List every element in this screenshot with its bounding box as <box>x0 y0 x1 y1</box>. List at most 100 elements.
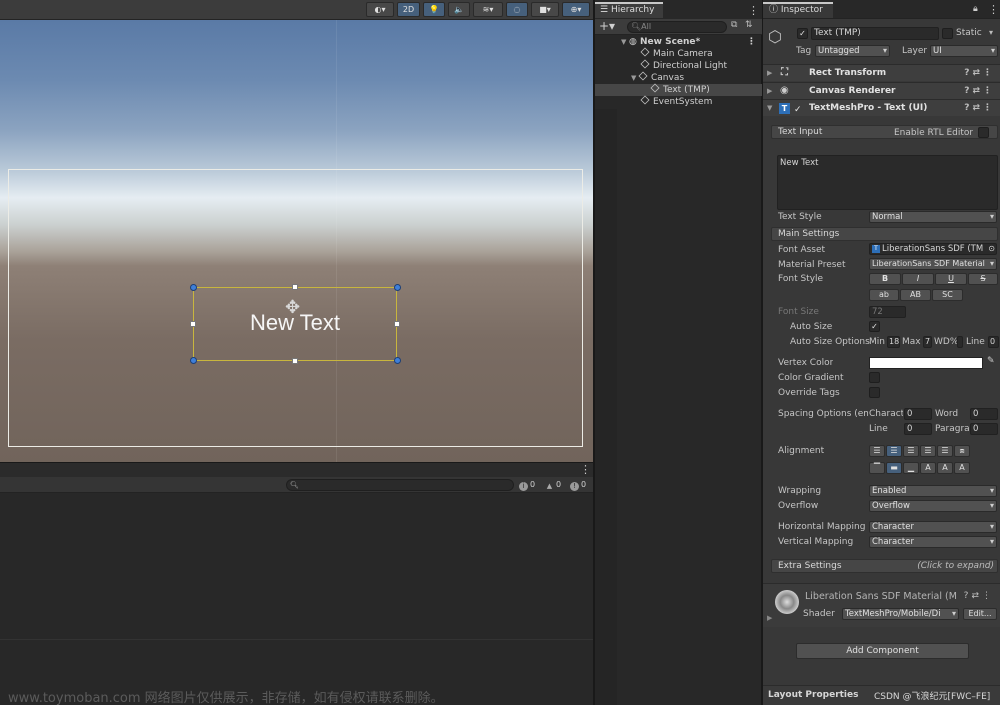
resize-handle-bottom[interactable] <box>292 358 298 364</box>
component-rect-transform[interactable]: ▶ ⛶ Rect Transform ?⇄⋮ <box>763 64 1000 81</box>
vertical-mapping-dropdown[interactable]: Character <box>869 536 997 548</box>
expand-arrow-icon[interactable]: ▼ <box>621 36 629 48</box>
align-midline-button[interactable]: A <box>937 462 953 474</box>
vertex-color-swatch[interactable] <box>869 357 983 369</box>
pivot-move-icon[interactable]: ✥ <box>285 297 300 318</box>
scene-viewport[interactable]: New Text ✥ <box>0 20 593 462</box>
horizontal-mapping-dropdown[interactable]: Character <box>869 521 997 533</box>
add-object-button[interactable]: +▾ <box>599 19 615 34</box>
overflow-dropdown[interactable]: Overflow <box>869 500 997 512</box>
hidden-objects-toggle[interactable]: ◌ <box>506 2 528 17</box>
underline-button[interactable]: U <box>935 273 967 285</box>
tab-inspector[interactable]: ⓘ Inspector <box>763 2 833 18</box>
collapse-arrow-icon[interactable]: ▶ <box>767 83 772 99</box>
component-canvas-renderer[interactable]: ▶ ◉ Canvas Renderer ?⇄⋮ <box>763 82 1000 99</box>
bold-button[interactable]: B <box>869 273 901 285</box>
scene-menu-icon[interactable]: ⋮ <box>747 36 756 48</box>
corner-handle-bottom-right[interactable] <box>394 357 401 364</box>
tab-hierarchy[interactable]: ☰ Hierarchy <box>595 2 663 18</box>
wrapping-dropdown[interactable]: Enabled <box>869 485 997 497</box>
material-actions-icons[interactable]: ?⇄⋮ <box>964 591 994 601</box>
character-spacing-field[interactable]: 0 <box>904 408 932 420</box>
resize-handle-left[interactable] <box>190 321 196 327</box>
hierarchy-item-main-camera[interactable]: Main Camera <box>595 47 762 60</box>
object-name-field[interactable]: Text (TMP) <box>811 27 939 40</box>
line-spacing-field[interactable]: 0 <box>904 423 932 435</box>
collapse-arrow-icon[interactable]: ▶ <box>767 614 772 622</box>
sort-icon[interactable]: ⇅ <box>745 20 753 30</box>
static-checkbox[interactable] <box>942 28 953 39</box>
rtl-editor-checkbox[interactable] <box>978 127 989 138</box>
font-asset-field[interactable]: T LiberationSans SDF (TM ⊙ <box>869 243 997 255</box>
paragraph-spacing-field[interactable]: 0 <box>970 423 998 435</box>
align-bottom-button[interactable]: ▁ <box>903 462 919 474</box>
lock-icon[interactable]: 🔒︎ <box>973 4 978 14</box>
console-info-count[interactable]: i0 <box>519 479 535 491</box>
text-style-dropdown[interactable]: Normal <box>869 211 997 223</box>
word-spacing-field[interactable]: 0 <box>970 408 998 420</box>
component-actions-icons[interactable]: ?⇄⋮ <box>964 65 995 81</box>
hierarchy-item-event-system[interactable]: EventSystem <box>595 95 762 108</box>
lighting-toggle[interactable]: 💡 <box>423 2 445 17</box>
console-search-input[interactable]: 🔍︎ <box>286 479 514 491</box>
expand-arrow-icon[interactable]: ▼ <box>631 72 639 84</box>
hierarchy-item-text-tmp[interactable]: Text (TMP) <box>595 83 762 96</box>
scene-filter-icon[interactable]: ⧉ <box>731 20 737 30</box>
console-error-count[interactable]: ! 0 <box>570 479 586 491</box>
align-geometry-center-button[interactable]: ⧈ <box>954 445 970 457</box>
resize-handle-top[interactable] <box>292 284 298 290</box>
shading-mode-button[interactable]: ◐▾ <box>366 2 394 17</box>
auto-size-checkbox[interactable]: ✓ <box>869 321 880 332</box>
component-textmeshpro[interactable]: ▼ T ✓ TextMeshPro - Text (UI) ?⇄⋮ <box>763 99 1000 116</box>
align-baseline-button[interactable]: A <box>920 462 936 474</box>
align-top-button[interactable]: ▔ <box>869 462 885 474</box>
align-justified-button[interactable]: ☰ <box>920 445 936 457</box>
gizmos-dropdown[interactable]: ⊕▾ <box>562 2 590 17</box>
strikethrough-button[interactable]: S <box>968 273 998 285</box>
corner-handle-top-right[interactable] <box>394 284 401 291</box>
override-tags-checkbox[interactable] <box>869 387 880 398</box>
static-dropdown-arrow-icon[interactable]: ▾ <box>989 28 993 37</box>
hierarchy-more-menu-icon[interactable]: ⋮ <box>748 4 759 17</box>
expand-arrow-icon[interactable]: ▼ <box>767 100 772 116</box>
color-gradient-checkbox[interactable] <box>869 372 880 383</box>
auto-size-max-field[interactable]: 7 <box>923 336 932 348</box>
camera-dropdown[interactable]: ■▾ <box>531 2 559 17</box>
console-more-menu-icon[interactable]: ⋮ <box>580 463 591 476</box>
active-checkbox[interactable]: ✓ <box>797 28 808 39</box>
edit-shader-button[interactable]: Edit... <box>963 608 997 620</box>
add-component-button[interactable]: Add Component <box>796 643 969 659</box>
text-input-area[interactable]: New Text <box>777 155 998 210</box>
component-actions-icons[interactable]: ?⇄⋮ <box>964 100 995 116</box>
italic-button[interactable]: I <box>902 273 934 285</box>
material-preset-dropdown[interactable]: LiberationSans SDF Material <box>869 258 997 270</box>
extra-settings-header[interactable]: Extra Settings (Click to expand) <box>771 559 998 573</box>
console-warning-count[interactable]: ▲ 0 <box>545 479 561 491</box>
inspector-more-menu-icon[interactable]: ⋮ <box>988 3 999 16</box>
align-flush-button[interactable]: ☰ <box>937 445 953 457</box>
2d-mode-button[interactable]: 2D <box>397 2 420 17</box>
object-picker-icon[interactable]: ⊙ <box>988 244 995 254</box>
resize-handle-right[interactable] <box>394 321 400 327</box>
align-right-button[interactable]: ☰ <box>903 445 919 457</box>
component-actions-icons[interactable]: ?⇄⋮ <box>964 83 995 99</box>
uppercase-button[interactable]: AB <box>900 289 931 301</box>
component-enabled-checkmark-icon[interactable]: ✓ <box>794 102 802 118</box>
corner-handle-top-left[interactable] <box>190 284 197 291</box>
effects-dropdown[interactable]: ≋▾ <box>473 2 503 17</box>
auto-size-line-field[interactable]: 0 <box>988 336 999 348</box>
align-capline-button[interactable]: A <box>954 462 970 474</box>
hierarchy-item-directional-light[interactable]: Directional Light <box>595 59 762 72</box>
font-size-field[interactable]: 72 <box>869 306 906 318</box>
audio-toggle[interactable]: 🔈 <box>448 2 470 17</box>
shader-dropdown[interactable]: TextMeshPro/Mobile/Di <box>842 608 959 620</box>
hierarchy-item-canvas[interactable]: ▼ Canvas <box>595 71 762 84</box>
align-center-button[interactable]: ☰ <box>886 445 902 457</box>
hierarchy-search-input[interactable]: 🔍︎All <box>627 21 727 33</box>
smallcaps-button[interactable]: SC <box>932 289 963 301</box>
lowercase-button[interactable]: ab <box>869 289 899 301</box>
hierarchy-item-scene[interactable]: ▼ ◍ New Scene* ⋮ <box>595 36 762 48</box>
align-middle-button[interactable]: ▬ <box>886 462 902 474</box>
align-left-button[interactable]: ☰ <box>869 445 885 457</box>
corner-handle-bottom-left[interactable] <box>190 357 197 364</box>
